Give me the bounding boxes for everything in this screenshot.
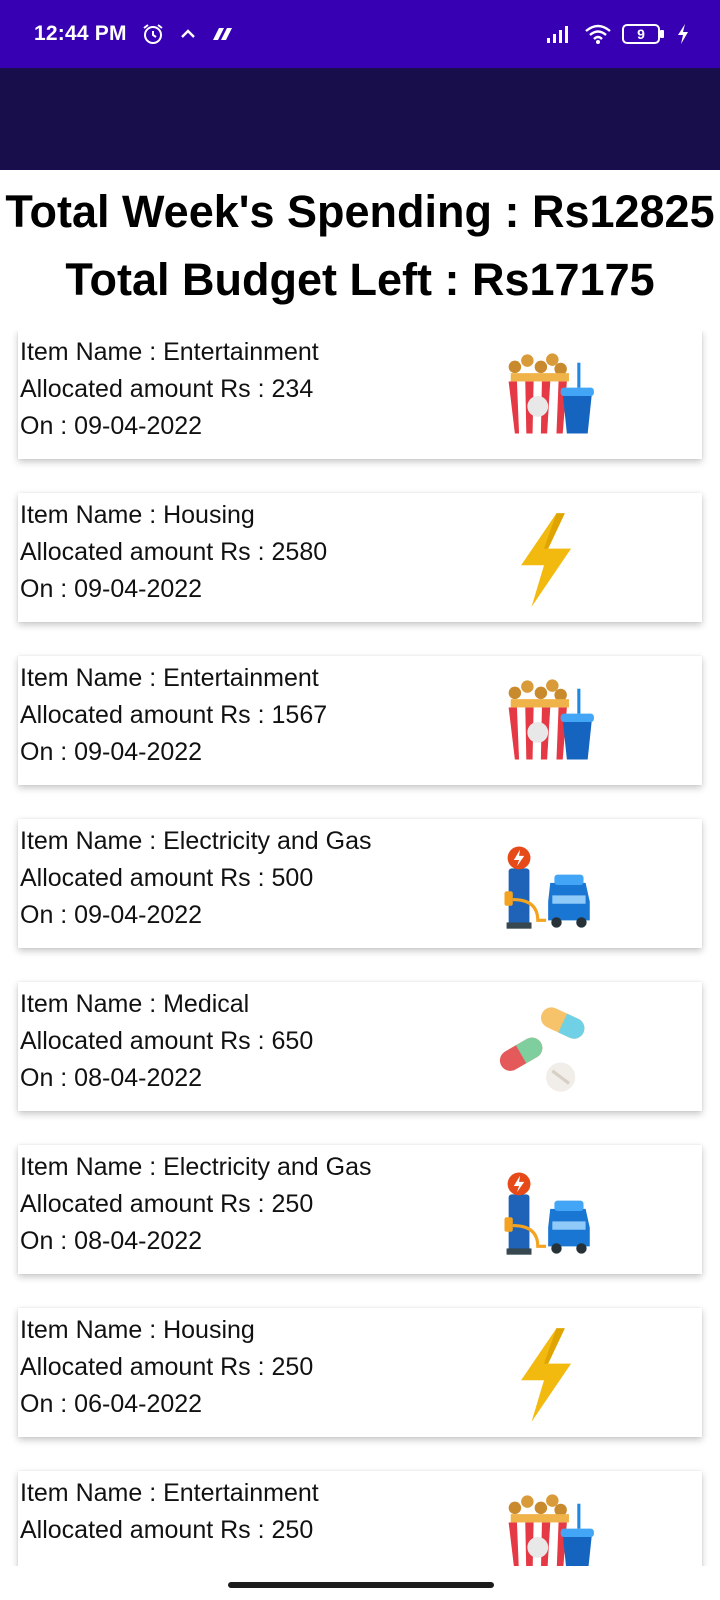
item-name: Item Name : Entertainment (20, 664, 319, 692)
lightning-icon (492, 507, 596, 611)
item-name: Item Name : Entertainment (20, 338, 319, 366)
lightning-icon (492, 1322, 596, 1426)
expense-card[interactable]: Item Name : Housing Allocated amount Rs … (18, 493, 702, 622)
charging-station-icon (492, 833, 596, 937)
card-text: Item Name : Entertainment Allocated amou… (20, 660, 327, 771)
item-name: Item Name : Housing (20, 501, 255, 529)
item-amount: Allocated amount Rs : 234 (20, 375, 314, 403)
item-date: On : 09-04-2022 (20, 738, 203, 766)
card-text: Item Name : Electricity and Gas Allocate… (20, 1149, 372, 1260)
app-notification-icon (211, 24, 235, 44)
item-amount: Allocated amount Rs : 500 (20, 864, 314, 892)
app-bar (0, 68, 720, 170)
item-date: On : 09-04-2022 (20, 412, 203, 440)
item-name: Item Name : Electricity and Gas (20, 827, 372, 855)
item-amount: Allocated amount Rs : 2580 (20, 538, 328, 566)
item-date: On : 09-04-2022 (20, 901, 203, 929)
expense-card[interactable]: Item Name : Entertainment Allocated amou… (18, 1471, 702, 1566)
battery-icon: 9 (622, 23, 666, 45)
popcorn-icon (492, 344, 596, 448)
expense-card[interactable]: Item Name : Entertainment Allocated amou… (18, 330, 702, 459)
item-name: Item Name : Housing (20, 1316, 255, 1344)
status-right: 9 (546, 23, 690, 45)
pills-icon (492, 996, 596, 1100)
navigation-bar (0, 1566, 720, 1600)
item-date: On : 09-04-2022 (20, 575, 203, 603)
item-amount: Allocated amount Rs : 650 (20, 1027, 314, 1055)
charging-station-icon (492, 1159, 596, 1263)
home-indicator[interactable] (228, 1582, 494, 1588)
item-name: Item Name : Electricity and Gas (20, 1153, 372, 1181)
chevron-up-icon (179, 25, 197, 43)
battery-level: 9 (637, 26, 645, 42)
status-time: 12:44 PM (34, 22, 127, 45)
expense-card[interactable]: Item Name : Medical Allocated amount Rs … (18, 982, 702, 1111)
card-text: Item Name : Housing Allocated amount Rs … (20, 497, 327, 608)
charging-icon (676, 23, 690, 45)
item-date: On : 08-04-2022 (20, 1227, 203, 1255)
item-name: Item Name : Entertainment (20, 1479, 319, 1507)
expense-list[interactable]: Item Name : Entertainment Allocated amou… (0, 330, 720, 1566)
status-bar: 12:44 PM 9 (0, 0, 720, 68)
item-amount: Allocated amount Rs : 250 (20, 1190, 314, 1218)
item-amount: Allocated amount Rs : 250 (20, 1353, 314, 1381)
wifi-icon (584, 23, 612, 45)
budget-left: Total Budget Left : Rs17175 (65, 254, 655, 305)
expense-card[interactable]: Item Name : Entertainment Allocated amou… (18, 656, 702, 785)
expense-card[interactable]: Item Name : Electricity and Gas Allocate… (18, 819, 702, 948)
item-amount: Allocated amount Rs : 1567 (20, 701, 328, 729)
expense-card[interactable]: Item Name : Electricity and Gas Allocate… (18, 1145, 702, 1274)
signal-icon (546, 24, 574, 44)
summary: Total Week's Spending : Rs12825 Total Bu… (0, 178, 720, 314)
card-text: Item Name : Electricity and Gas Allocate… (20, 823, 372, 934)
item-name: Item Name : Medical (20, 990, 250, 1018)
item-date: On : 06-04-2022 (20, 1390, 203, 1418)
card-text: Item Name : Entertainment Allocated amou… (20, 1475, 319, 1549)
item-amount: Allocated amount Rs : 250 (20, 1516, 314, 1544)
card-text: Item Name : Housing Allocated amount Rs … (20, 1312, 313, 1423)
total-spending: Total Week's Spending : Rs12825 (5, 186, 715, 237)
item-date: On : 08-04-2022 (20, 1064, 203, 1092)
status-left: 12:44 PM (34, 22, 235, 46)
popcorn-icon (492, 670, 596, 774)
card-text: Item Name : Entertainment Allocated amou… (20, 334, 319, 445)
expense-card[interactable]: Item Name : Housing Allocated amount Rs … (18, 1308, 702, 1437)
popcorn-icon (492, 1485, 596, 1566)
card-text: Item Name : Medical Allocated amount Rs … (20, 986, 313, 1097)
alarm-icon (141, 22, 165, 46)
